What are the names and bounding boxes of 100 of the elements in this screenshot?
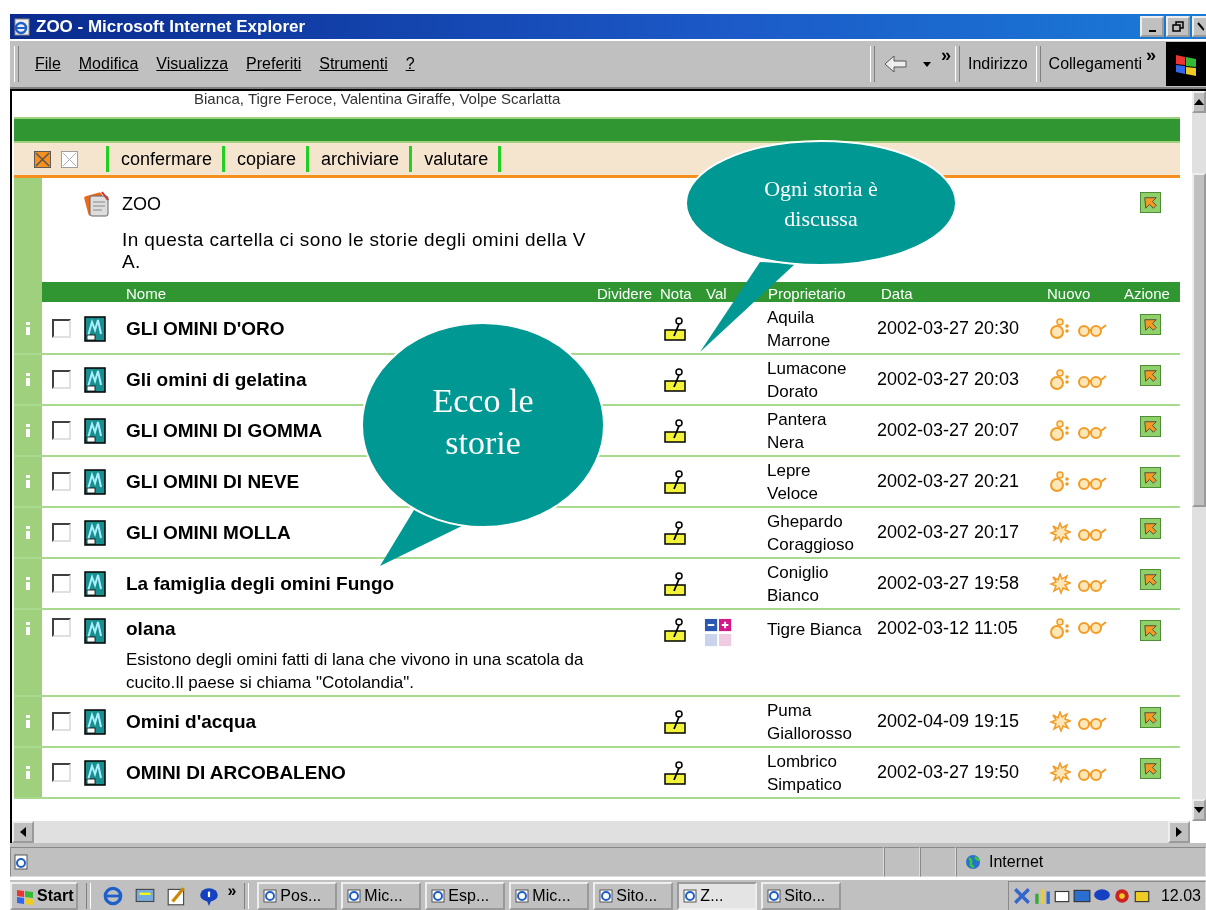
note-icon[interactable] <box>664 469 688 494</box>
links-label[interactable]: Collegamenti <box>1048 55 1142 73</box>
document-icon[interactable] <box>84 759 106 786</box>
folder-description: In questa cartella ci sono le storie degli omini della V A. <box>122 229 587 273</box>
more-button[interactable]: » <box>227 882 237 900</box>
checkbox[interactable] <box>52 763 71 782</box>
checkbox[interactable] <box>52 712 71 731</box>
taskbar-button[interactable]: Sito... <box>593 882 674 910</box>
restore-button[interactable] <box>1166 16 1190 37</box>
note-icon[interactable] <box>664 367 688 392</box>
note-icon[interactable] <box>664 760 688 785</box>
address-label[interactable]: Indirizzo <box>968 55 1028 73</box>
note-icon[interactable] <box>664 316 688 341</box>
dropdown-icon[interactable] <box>923 61 931 67</box>
column-header[interactable]: Nome <box>122 284 166 302</box>
action-icon[interactable] <box>1139 416 1161 437</box>
story-title[interactable]: GLI OMINI DI GOMMA <box>126 419 323 442</box>
story-title[interactable]: GLI OMINI D'ORO <box>126 317 285 340</box>
note-icon[interactable] <box>664 571 688 596</box>
rating-icon[interactable] <box>704 618 734 648</box>
horizontal-scrollbar[interactable] <box>10 821 1190 843</box>
document-icon[interactable] <box>84 570 106 597</box>
column-header[interactable]: Val <box>702 284 727 302</box>
action-icon[interactable] <box>1139 620 1161 641</box>
column-header[interactable]: Data <box>877 284 913 302</box>
minimize-button[interactable] <box>1140 16 1164 37</box>
menu-item[interactable]: Strumenti <box>319 55 388 73</box>
action-icon[interactable] <box>1139 758 1161 779</box>
scroll-left-icon[interactable] <box>20 827 26 837</box>
checkbox[interactable] <box>52 319 71 338</box>
taskbar-button[interactable]: Mic... <box>509 882 590 910</box>
checkbox[interactable] <box>52 370 71 389</box>
taskbar-button[interactable]: Esp... <box>425 882 506 910</box>
action-icon[interactable] <box>1139 569 1161 590</box>
action-link[interactable]: archiviare <box>309 148 410 170</box>
start-button[interactable]: Start <box>10 882 79 910</box>
column-header[interactable]: Nota <box>656 284 692 302</box>
vertical-scrollbar[interactable] <box>1192 91 1206 821</box>
date-text: 2002-03-27 20:30 <box>877 317 1021 340</box>
checkbox[interactable] <box>52 472 71 491</box>
column-header[interactable]: Nuovo <box>1043 284 1091 302</box>
action-icon[interactable] <box>1139 192 1161 213</box>
note-icon[interactable] <box>664 618 688 642</box>
table-row[interactable]: olana Esistono degli omini fatti di lana che vivono in una scatola da cucito.Il paese si chiama "Cotolandia". Tigre Bianca 2002-03-12 11:05 <box>14 610 1180 697</box>
table-row[interactable]: OMINI DI ARCOBALENO Lombrico Simpatico 2002-03-27 19:50 <box>14 748 1180 799</box>
column-header[interactable]: Dividere <box>592 284 656 302</box>
chat-icon[interactable] <box>198 885 221 907</box>
checkbox[interactable] <box>52 574 71 593</box>
callout-text: Ogni storia è discussa <box>763 175 879 233</box>
story-title[interactable]: OMINI DI ARCOBALENO <box>126 761 346 784</box>
story-title[interactable]: olana <box>126 618 176 640</box>
document-icon[interactable] <box>84 708 106 735</box>
story-title[interactable]: GLI OMINI MOLLA <box>126 521 291 544</box>
action-icon[interactable] <box>1139 365 1161 386</box>
column-header[interactable]: Proprietario <box>764 284 846 302</box>
story-title[interactable]: GLI OMINI DI NEVE <box>126 470 300 493</box>
document-icon[interactable] <box>84 468 106 495</box>
document-icon[interactable] <box>84 315 106 342</box>
action-icon[interactable] <box>1139 314 1161 335</box>
action-icon[interactable] <box>1139 518 1161 539</box>
action-link[interactable]: confermare <box>109 148 223 170</box>
column-header[interactable]: Azione <box>1120 284 1170 302</box>
close-button[interactable] <box>1192 16 1206 37</box>
story-title[interactable]: Omini d'acqua <box>126 710 257 733</box>
action-icon[interactable] <box>1139 467 1161 488</box>
select-all-icon[interactable] <box>34 150 51 168</box>
scroll-down-icon[interactable] <box>1194 807 1204 813</box>
document-icon[interactable] <box>84 366 106 393</box>
document-icon[interactable] <box>84 618 106 644</box>
menu-item[interactable]: File <box>35 55 61 73</box>
menu-item[interactable]: ? <box>405 55 415 73</box>
action-icon[interactable] <box>1139 707 1161 728</box>
browser-icon[interactable] <box>102 885 125 907</box>
checkbox[interactable] <box>52 421 71 440</box>
document-icon[interactable] <box>84 417 106 444</box>
note-icon[interactable] <box>664 520 688 545</box>
more-button[interactable]: » <box>1146 45 1156 66</box>
scroll-right-icon[interactable] <box>1176 827 1182 837</box>
action-link[interactable]: valutare <box>412 148 499 170</box>
note-icon[interactable] <box>664 418 688 443</box>
menu-item[interactable]: Visualizza <box>156 55 229 73</box>
checkbox[interactable] <box>52 523 71 542</box>
document-icon[interactable] <box>84 519 106 546</box>
taskbar-button[interactable]: Mic... <box>341 882 422 910</box>
story-title[interactable]: La famiglia degli omini Fungo <box>126 572 395 595</box>
taskbar-button[interactable]: Pos... <box>257 882 338 910</box>
note-icon[interactable] <box>664 709 688 734</box>
menu-item[interactable]: Modifica <box>78 55 139 73</box>
table-row[interactable]: La famiglia degli omini Fungo Coniglio Bianco 2002-03-27 19:58 <box>14 559 1180 610</box>
action-link[interactable]: copiare <box>225 148 307 170</box>
taskbar-button[interactable]: Z... <box>677 882 758 910</box>
menu-item[interactable]: Preferiti <box>246 55 302 73</box>
story-title[interactable]: Gli omini di gelatina <box>126 368 307 391</box>
table-row[interactable]: Omini d'acqua Puma Giallorosso 2002-04-09 19:15 <box>14 697 1180 748</box>
more-button[interactable]: » <box>941 45 951 66</box>
taskbar-button[interactable]: Sito... <box>761 882 842 910</box>
deselect-icon[interactable] <box>61 150 78 168</box>
checkbox[interactable] <box>52 618 71 637</box>
scroll-up-icon[interactable] <box>1194 99 1204 105</box>
tray-icon[interactable] <box>1072 887 1091 905</box>
